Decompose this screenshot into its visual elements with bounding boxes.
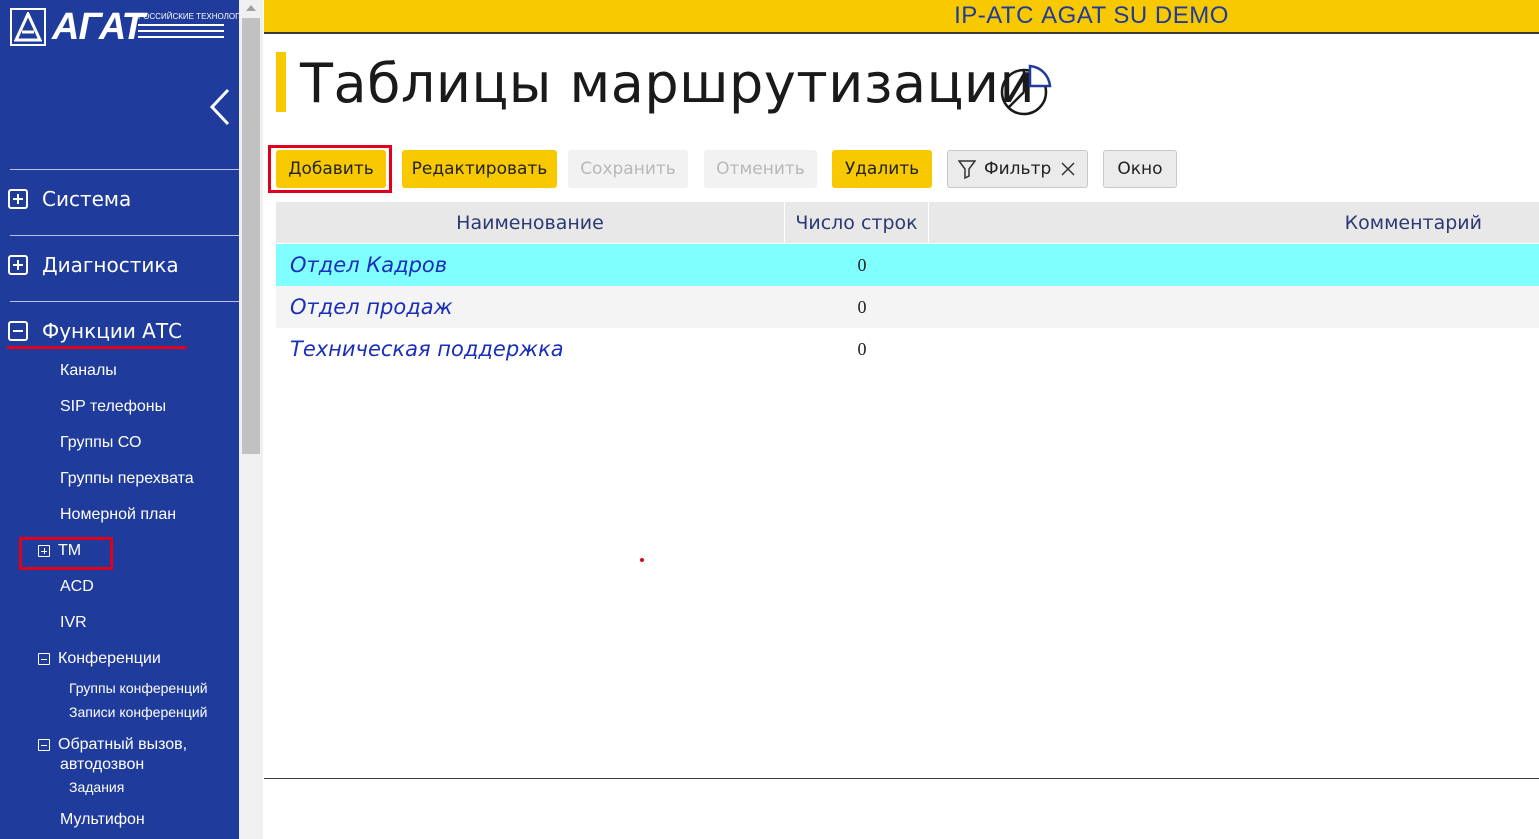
row-count: 0 [857, 254, 867, 275]
expand-icon [8, 255, 28, 275]
column-header-name[interactable]: Наименование [276, 202, 784, 243]
nav-item-multifon[interactable]: Мультифон [60, 811, 145, 829]
highlight-box-add [268, 145, 392, 193]
nav-item-label: Обратный вызов, [58, 736, 188, 753]
page-title: Таблицы маршрутизации [300, 52, 1036, 115]
title-accent [276, 52, 286, 112]
row-name-link[interactable]: Отдел продаж [290, 286, 453, 328]
logo-lines [138, 24, 224, 42]
nav-item-callback-line2[interactable]: автодозвон [60, 756, 144, 774]
row-name-link[interactable]: Техническая поддержка [290, 328, 564, 370]
expand-icon [8, 189, 28, 209]
nav-item-conferences[interactable]: Конференции [38, 650, 161, 668]
scroll-up-arrow-icon[interactable] [246, 5, 256, 11]
row-count: 0 [857, 338, 867, 359]
collapse-icon [38, 653, 50, 665]
nav-section-pbx-functions[interactable]: Функции АТС [8, 314, 182, 348]
logo-mark-icon [10, 8, 46, 46]
nav-item-conference-records[interactable]: Записи конференций [69, 704, 207, 720]
nav-item-tasks[interactable]: Задания [69, 779, 124, 795]
row-count: 0 [857, 296, 867, 317]
filter-icon [958, 159, 976, 179]
header-title: IP-АТС AGAT SU DEMO [954, 2, 1229, 29]
pie-chart-icon[interactable] [1000, 64, 1054, 120]
nav-item-sip-phones[interactable]: SIP телефоны [60, 398, 166, 416]
table-row[interactable]: Отдел продаж 0 [276, 286, 1539, 328]
logo-text: АГАТ [52, 6, 145, 48]
logo-subtitle: РОССИЙСКИЕ ТЕХНОЛОГИИ [138, 12, 251, 21]
divider [10, 235, 239, 236]
nav-item-pickup-groups[interactable]: Группы перехвата [60, 470, 194, 488]
row-name-link[interactable]: Отдел Кадров [290, 244, 447, 286]
nav-item-co-groups[interactable]: Группы СО [60, 434, 141, 452]
collapse-sidebar-button[interactable] [200, 84, 240, 130]
cursor-dot [640, 558, 644, 562]
sidebar: АГАТ РОССИЙСКИЕ ТЕХНОЛОГИИ Система Диагн… [0, 0, 251, 839]
collapse-icon [8, 321, 28, 341]
cancel-button[interactable]: Отменить [704, 150, 817, 188]
delete-button[interactable]: Удалить [832, 150, 932, 188]
table-header: Наименование Число строк Комментарий [276, 202, 1539, 243]
nav-item-numbering-plan[interactable]: Номерной план [60, 506, 176, 524]
bottom-divider [264, 778, 1539, 779]
nav-section-system[interactable]: Система [8, 182, 131, 216]
nav-section-label: Диагностика [42, 253, 179, 277]
nav-section-label: Система [42, 187, 132, 211]
divider [10, 301, 239, 302]
agat-logo: АГАТ РОССИЙСКИЕ ТЕХНОЛОГИИ [10, 6, 251, 50]
clear-filter-icon[interactable] [1061, 162, 1075, 176]
nav-item-acd[interactable]: ACD [60, 578, 94, 596]
window-button[interactable]: Окно [1103, 150, 1177, 188]
table-row[interactable]: Отдел Кадров 0 [276, 244, 1539, 286]
scroll-thumb[interactable] [242, 18, 260, 454]
highlight-box-tm [19, 537, 113, 570]
column-header-comment[interactable]: Комментарий [929, 202, 1539, 243]
divider [10, 169, 239, 170]
sidebar-scrollbar[interactable] [239, 0, 263, 839]
nav-section-label: Функции АТС [42, 319, 183, 343]
nav-item-channels[interactable]: Каналы [60, 362, 117, 380]
save-button[interactable]: Сохранить [568, 150, 688, 188]
nav-item-label: Конференции [58, 650, 161, 667]
nav-section-diagnostics[interactable]: Диагностика [8, 248, 179, 282]
nav-item-ivr[interactable]: IVR [60, 614, 87, 632]
nav-item-callback[interactable]: Обратный вызов, [38, 736, 187, 754]
nav-item-conference-groups[interactable]: Группы конференций [69, 680, 208, 696]
edit-button[interactable]: Редактировать [402, 150, 557, 188]
filter-label: Фильтр [984, 159, 1052, 179]
filter-button[interactable]: Фильтр [947, 150, 1088, 188]
collapse-icon [38, 739, 50, 751]
table-row[interactable]: Техническая поддержка 0 [276, 328, 1539, 370]
column-header-row-count[interactable]: Число строк [785, 202, 928, 243]
header-bar: IP-АТС AGAT SU DEMO [264, 0, 1539, 34]
highlight-underline [7, 346, 187, 349]
